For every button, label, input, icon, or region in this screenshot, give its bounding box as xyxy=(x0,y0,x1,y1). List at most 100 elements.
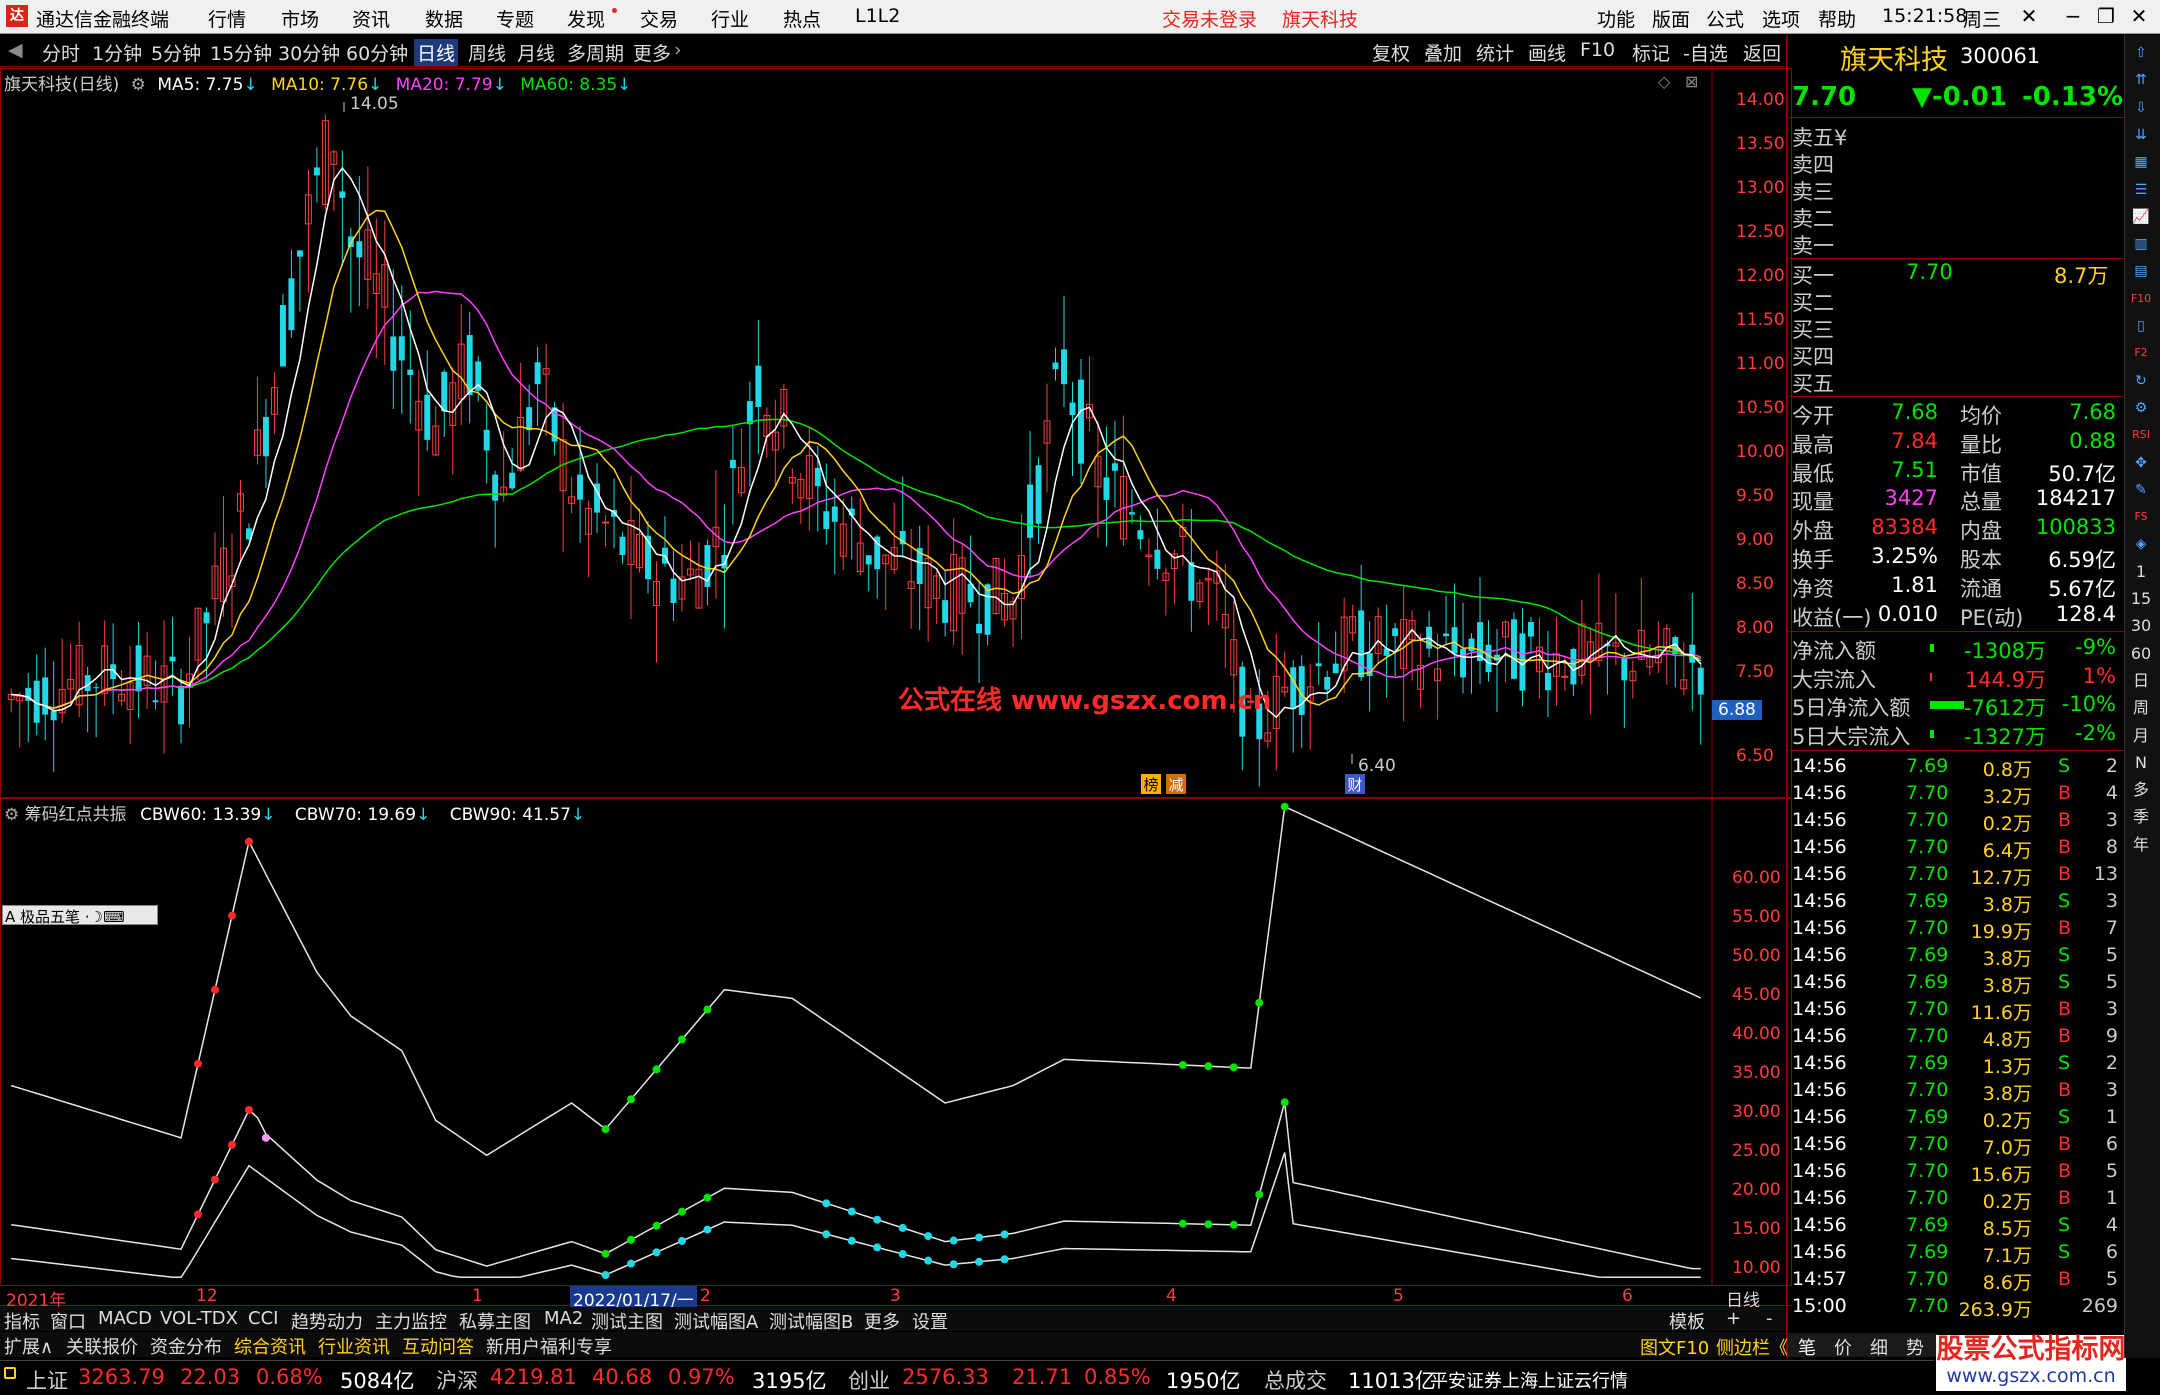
up-arrow-icon[interactable]: ⇧ xyxy=(2128,40,2154,66)
menu-item-xuanxiang[interactable]: 选项 xyxy=(1762,5,1800,32)
btn-sidebar[interactable]: 侧边栏《 xyxy=(1716,1334,1788,1360)
tick-row[interactable]: 14:56 7.70 7.0万 B 6 xyxy=(1792,1133,2122,1160)
trade-status[interactable]: 交易未登录 xyxy=(1162,5,1257,32)
minimize-icon[interactable]: − xyxy=(2060,4,2086,28)
menu-item-hangye[interactable]: 行业 xyxy=(711,5,749,32)
down-arrow-icon[interactable]: ⇩ xyxy=(2128,95,2154,121)
tick-row[interactable]: 14:56 7.70 3.8万 B 3 xyxy=(1792,1079,2122,1106)
ext-tab-zonghe[interactable]: 综合资讯 xyxy=(234,1333,306,1359)
ind-tab-test-main[interactable]: 测试主图 xyxy=(591,1308,663,1334)
tick-row[interactable]: 14:56 7.70 15.6万 B 5 xyxy=(1792,1160,2122,1187)
tab-daily[interactable]: 日线 xyxy=(414,39,459,66)
rsi-icon[interactable]: RSI xyxy=(2128,422,2154,448)
badge-bang[interactable]: 榜 xyxy=(1141,774,1161,794)
tick-row[interactable]: 14:56 7.70 4.8万 B 9 xyxy=(1792,1025,2122,1052)
menu-item-hangqing[interactable]: 行情 xyxy=(208,5,246,32)
gear-icon[interactable]: ⚙ xyxy=(2128,395,2154,421)
grid-icon[interactable]: ▦ xyxy=(2128,149,2154,175)
tab-15min[interactable]: 15分钟 xyxy=(210,39,272,66)
tick-row[interactable]: 15:00 7.70 263.9万 269 xyxy=(1792,1295,2122,1322)
btn-zixuan[interactable]: -自选 xyxy=(1683,39,1728,66)
move-icon[interactable]: ✥ xyxy=(2128,450,2154,476)
ext-tab-expand[interactable]: 扩展∧ xyxy=(4,1333,53,1359)
ind-tab-template[interactable]: 模板 xyxy=(1669,1308,1705,1334)
ind-tab-qushi[interactable]: 趋势动力 xyxy=(291,1308,363,1334)
period-60-button[interactable]: 60 xyxy=(2128,641,2154,667)
tick-row[interactable]: 14:56 7.69 3.8万 S 5 xyxy=(1792,944,2122,971)
ind-tab-cci[interactable]: CCI xyxy=(248,1308,278,1329)
menu-item-bangzhu[interactable]: 帮助 xyxy=(1818,5,1856,32)
tick-row[interactable]: 14:56 7.69 3.8万 S 5 xyxy=(1792,971,2122,998)
tick-row[interactable]: 14:56 7.69 0.8万 S 2 xyxy=(1792,755,2122,782)
tab-multi[interactable]: 多周期 xyxy=(567,39,624,66)
ind-tab-chuangkou[interactable]: 窗口 xyxy=(50,1308,86,1334)
btn-fuquan[interactable]: 复权 xyxy=(1372,39,1410,66)
tick-row[interactable]: 14:56 7.69 3.8万 S 3 xyxy=(1792,890,2122,917)
map-icon[interactable]: ◈ xyxy=(2128,531,2154,557)
table-icon[interactable]: ▤ xyxy=(2128,258,2154,284)
tick-row[interactable]: 14:56 7.69 0.2万 S 1 xyxy=(1792,1106,2122,1133)
tab-more[interactable]: 更多 xyxy=(633,39,671,66)
ext-tab-xinyonghu[interactable]: 新用户福利专享 xyxy=(486,1333,612,1359)
mode-tab-shi[interactable]: 势 xyxy=(1906,1334,1924,1360)
tick-row[interactable]: 14:56 7.69 8.5万 S 4 xyxy=(1792,1214,2122,1241)
menu-item-zhuanti[interactable]: 专题 xyxy=(496,5,534,32)
tick-row[interactable]: 14:56 7.70 12.7万 B 13 xyxy=(1792,863,2122,890)
tab-monthly[interactable]: 月线 xyxy=(517,39,555,66)
double-up-icon[interactable]: ⇈ xyxy=(2128,67,2154,93)
period-N-button[interactable]: N xyxy=(2128,750,2154,776)
ind-tab-vol[interactable]: VOL-TDX xyxy=(160,1308,238,1329)
tick-row[interactable]: 14:56 7.70 6.4万 B 8 xyxy=(1792,836,2122,863)
menu-item-banmian[interactable]: 版面 xyxy=(1652,5,1690,32)
ind-tab-macd[interactable]: MACD xyxy=(98,1308,152,1329)
menu-item-redian[interactable]: 热点 xyxy=(783,5,821,32)
menu-item-shuju[interactable]: 数据 xyxy=(425,5,463,32)
ext-tab-zijin[interactable]: 资金分布 xyxy=(150,1333,222,1359)
menu-item-faxian[interactable]: 发现 xyxy=(567,5,605,32)
ind-tab-zhibiao[interactable]: 指标 xyxy=(4,1308,40,1334)
list-icon[interactable]: ☰ xyxy=(2128,177,2154,203)
period-fs-button[interactable]: FS xyxy=(2128,504,2154,530)
ind-tab-plus[interactable]: + xyxy=(1726,1308,1741,1329)
ind-tab-test-b[interactable]: 测试幅图B xyxy=(769,1308,853,1334)
ind-tab-settings[interactable]: 设置 xyxy=(912,1308,948,1334)
ind-tab-more[interactable]: 更多 xyxy=(864,1308,900,1334)
pen-icon[interactable]: ✎ xyxy=(2128,477,2154,503)
ext-tab-hudong[interactable]: 互动问答 xyxy=(402,1333,474,1359)
tick-row[interactable]: 14:56 7.69 7.1万 S 6 xyxy=(1792,1241,2122,1268)
btn-biaoji[interactable]: 标记 xyxy=(1632,39,1670,66)
period-f2-button[interactable]: F2 xyxy=(2128,340,2154,366)
period-周-button[interactable]: 周 xyxy=(2128,695,2154,721)
mode-tab-xi[interactable]: 细 xyxy=(1870,1334,1888,1360)
badge-jian[interactable]: 减 xyxy=(1166,774,1186,794)
menu-item-l1l2[interactable]: L1L2 xyxy=(855,5,900,27)
ind-tab-zhuli[interactable]: 主力监控 xyxy=(375,1308,447,1334)
double-down-icon[interactable]: ⇊ xyxy=(2128,122,2154,148)
circle-arrow-icon[interactable]: ↻ xyxy=(2128,368,2154,394)
period-15-button[interactable]: 15 xyxy=(2128,586,2154,612)
tick-row[interactable]: 14:56 7.70 0.2万 B 1 xyxy=(1792,1187,2122,1214)
tick-row[interactable]: 14:56 7.70 11.6万 B 3 xyxy=(1792,998,2122,1025)
restore-icon[interactable]: ❐ xyxy=(2093,4,2119,28)
period-多-button[interactable]: 多 xyxy=(2128,777,2154,803)
tab-fenshi[interactable]: 分时 xyxy=(42,39,80,66)
period-1-button[interactable]: 1 xyxy=(2128,559,2154,585)
tab-60min[interactable]: 60分钟 xyxy=(346,39,408,66)
menu-item-jiaoyi[interactable]: 交易 xyxy=(640,5,678,32)
doc-icon[interactable]: ▯ xyxy=(2128,313,2154,339)
period-季-button[interactable]: 季 xyxy=(2128,804,2154,830)
tab-weekly[interactable]: 周线 xyxy=(468,39,506,66)
btn-f10[interactable]: F10 xyxy=(1580,39,1615,61)
mode-tab-bi[interactable]: 笔 xyxy=(1798,1334,1816,1360)
index-name-cy[interactable]: 创业 xyxy=(848,1365,890,1395)
menu-item-gongneng[interactable]: 功能 xyxy=(1597,5,1635,32)
menu-item-gongshi[interactable]: 公式 xyxy=(1706,5,1744,32)
close-x-icon[interactable]: ✕ xyxy=(2016,4,2042,28)
collapse-icon[interactable]: ◀ xyxy=(8,39,23,61)
ind-tab-test-a[interactable]: 测试幅图A xyxy=(674,1308,758,1334)
btn-tuwen-f10[interactable]: 图文F10 xyxy=(1640,1334,1709,1360)
index-name-sh[interactable]: 上证 xyxy=(26,1365,68,1395)
ind-tab-minus[interactable]: - xyxy=(1766,1308,1773,1329)
candle-icon[interactable]: ▥ xyxy=(2128,231,2154,257)
tab-30min[interactable]: 30分钟 xyxy=(278,39,340,66)
